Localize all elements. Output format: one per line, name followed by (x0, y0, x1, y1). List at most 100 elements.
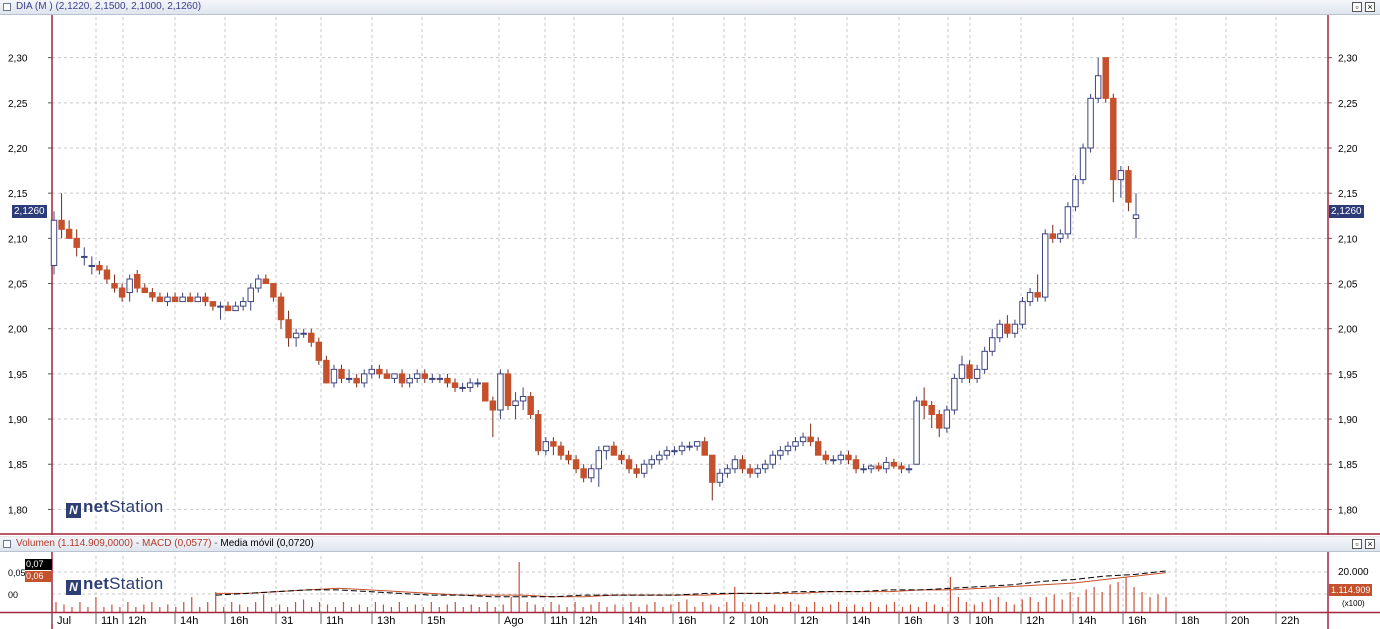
x-tick-label: 16h (1128, 615, 1146, 627)
candle-body (572, 459, 580, 470)
y-tick-label-right: 2,00 (1338, 325, 1358, 336)
candle-body (217, 305, 224, 308)
price-panel-titlebar[interactable]: DIA (M ) (2,1220, 2,1500, 2,1000, 2,1260… (0, 0, 1380, 15)
candle-body (353, 377, 360, 384)
candle-body (1079, 147, 1087, 181)
candle-body (1132, 214, 1140, 219)
candle-body (247, 287, 254, 303)
x-tick-label: 14h (852, 615, 870, 627)
candle-body (709, 454, 716, 483)
candle-body (898, 465, 905, 470)
price-chart[interactable]: 2,30 2,30 2,25 2,25 2,20 2,20 2,15 2,15 2,10 2,10… (0, 15, 1380, 535)
candle-body (799, 436, 807, 443)
price-plot-background (0, 15, 1380, 535)
y-tick-label-left: 2,05 (8, 280, 28, 291)
candle-body (277, 296, 285, 321)
legend-volume: Volumen (1.114.909,0000) (16, 538, 134, 549)
x-tick-label: 3 (953, 615, 959, 627)
x-tick-label: 2 (729, 615, 735, 627)
candle-body (179, 296, 186, 303)
candle-body (814, 441, 822, 456)
candle-body (822, 454, 830, 461)
x-tick-label: 11h (101, 615, 119, 627)
indicator-panel-titlebar[interactable]: Volumen (1.114.909,0000) - MACD (0,0577)… (0, 537, 1380, 552)
x-tick-label: 11h (550, 615, 568, 627)
candle-body (111, 283, 118, 289)
candle-body (731, 459, 739, 470)
x-tick-label: 31 (281, 615, 293, 627)
x-tick-label: Jul (57, 615, 71, 627)
x-tick-label: 18h (1181, 615, 1199, 627)
y-tick-label-right: 2,15 (1338, 189, 1358, 200)
candle-body (913, 400, 920, 465)
candle-body (262, 278, 270, 285)
x-tick-label: 13h (377, 615, 395, 627)
x-tick-label: 22h (1281, 615, 1299, 627)
restore-icon[interactable]: ▫ (1352, 2, 1362, 12)
candle-body (928, 405, 935, 416)
y-tick-label-left: 2,30 (8, 54, 28, 65)
restore-icon[interactable]: ▫ (1352, 539, 1362, 549)
candle-body (625, 459, 633, 470)
logo-bold: net (83, 497, 110, 516)
y-tick-label-right: 1,90 (1338, 415, 1358, 426)
candle-body (134, 274, 141, 289)
y-tick-label-left: 2,25 (8, 99, 28, 110)
candle-body (671, 450, 678, 453)
close-icon[interactable]: × (1365, 539, 1375, 549)
candle-body (1004, 323, 1011, 334)
candle-body (126, 278, 133, 294)
y-tick-label-right: 1,85 (1338, 460, 1358, 471)
candle-body (300, 332, 307, 335)
close-icon[interactable]: × (1365, 2, 1375, 12)
candle-body (542, 441, 550, 452)
legend-moving-average: Media móvil (0,0720) (220, 538, 314, 549)
panel-menu-icon[interactable] (3, 3, 11, 11)
candle-body (436, 377, 444, 380)
panel-menu-icon[interactable] (3, 540, 11, 548)
candle-body (618, 454, 625, 461)
candle-body (951, 377, 958, 411)
candle-body (883, 461, 890, 470)
x-tick-label: 11h (326, 615, 344, 627)
candle-body (497, 373, 504, 411)
candle-body (1049, 233, 1056, 239)
candle-body (255, 278, 262, 289)
candle-body (724, 468, 731, 474)
candle-body (504, 373, 512, 407)
candle-body (580, 468, 587, 479)
candle-body (905, 468, 913, 471)
candle-body (308, 332, 315, 343)
right-tick-label: 20.000 (1338, 567, 1369, 578)
candle-body (830, 459, 837, 462)
candle-body (837, 454, 845, 461)
candle-body (65, 228, 73, 239)
candle-body (345, 377, 353, 380)
candle-body (686, 445, 693, 448)
candle-body (164, 296, 171, 303)
y-tick-label-left: 1,80 (8, 505, 28, 516)
candle-body (1026, 292, 1034, 303)
x-tick-label: 12h (1026, 615, 1044, 627)
y-tick-label-right: 1,95 (1338, 370, 1358, 381)
indicator-legend: Volumen (1.114.909,0000) - MACD (0,0577)… (16, 538, 314, 549)
candle-body (1094, 75, 1102, 99)
candle-body (50, 219, 58, 266)
candle-body (739, 459, 746, 470)
candle-body (762, 463, 769, 470)
candle-body (565, 454, 572, 461)
last-price-tag-left: 2,1260 (12, 205, 47, 218)
x-tick-label: 12h (128, 615, 146, 627)
price-panel-title: DIA (M ) (2,1220, 2,1500, 2,1000, 2,1260… (16, 1, 201, 13)
candle-body (444, 377, 451, 384)
y-tick-label-right: 2,05 (1338, 280, 1358, 291)
y-tick-label-left: 2,20 (8, 144, 28, 155)
candle-body (421, 373, 428, 379)
candle-body (285, 319, 292, 339)
indicator-chart[interactable]: Jul 11h 12h 14h 16h 31 11h 13h 15h Ago 11h 12h 14h 16… (0, 552, 1380, 629)
candle-body (852, 459, 860, 470)
candle-body (156, 296, 164, 303)
candle-body (512, 400, 519, 407)
candle-body (459, 386, 466, 389)
candle-body (648, 459, 655, 465)
